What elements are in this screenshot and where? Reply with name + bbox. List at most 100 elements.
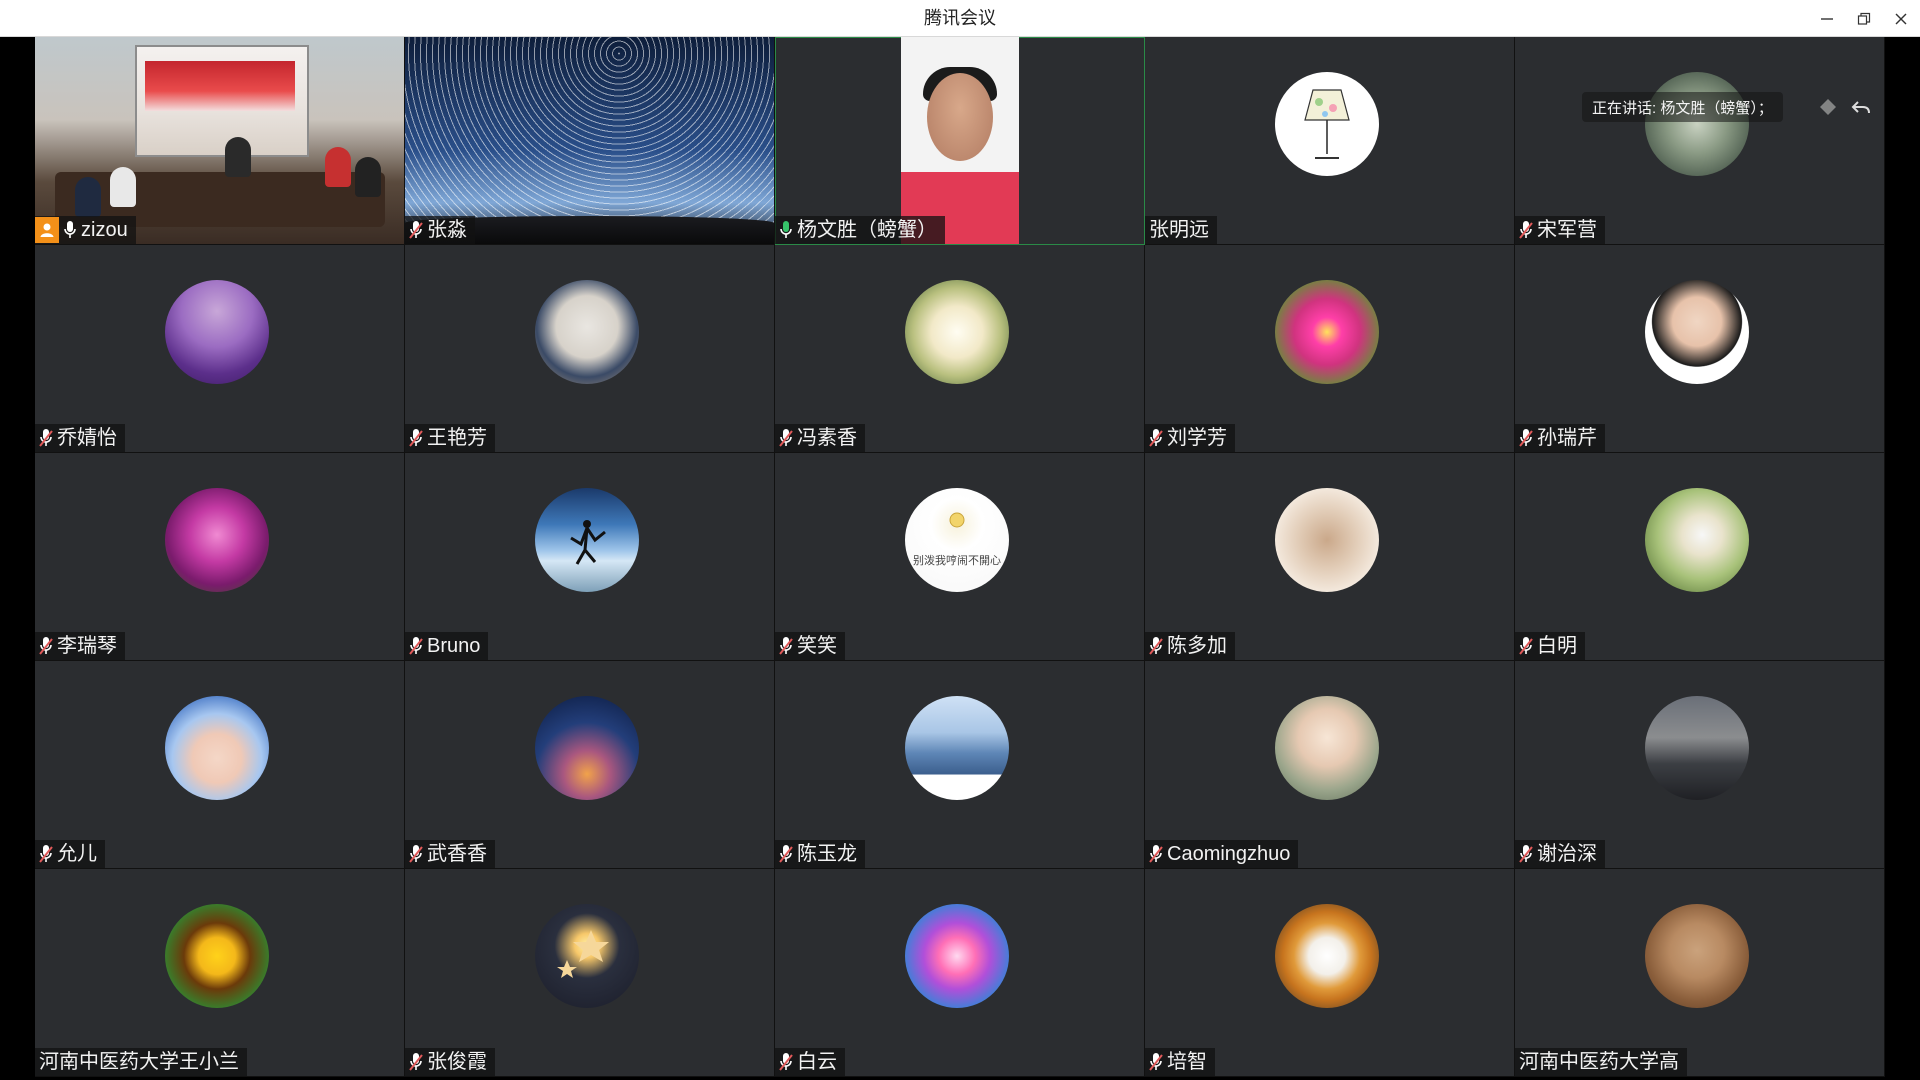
avatar <box>165 280 269 384</box>
mic-muted-icon <box>779 429 793 447</box>
participant-name: 杨文胜（螃蟹） <box>797 219 937 241</box>
participant-tile-bruno[interactable]: Bruno <box>405 453 775 661</box>
participant-tile-zhangmiao[interactable]: 张淼 <box>405 37 775 245</box>
participant-name-tag: 白云 <box>775 1048 845 1076</box>
participant-name: 笑笑 <box>797 635 837 657</box>
participant-tile-wangxiaolan[interactable]: 河南中医药大学王小兰 <box>35 869 405 1077</box>
participant-name: 白明 <box>1537 635 1577 657</box>
avatar <box>1645 72 1749 176</box>
window-titlebar: 腾讯会议 <box>0 0 1920 37</box>
participant-name-tag: 谢治深 <box>1515 840 1605 868</box>
participant-name-tag: 孙瑞芹 <box>1515 424 1605 452</box>
participant-tile-yangwensheng[interactable]: 杨文胜（螃蟹） <box>775 37 1145 245</box>
participant-grid: zizou 张淼 杨文胜（螃蟹） 张明远 宋军营 乔婧怡 王艳芳 冯素香 刘学芳… <box>35 37 1885 1080</box>
participant-tile-songjunying[interactable]: 宋军营 <box>1515 37 1885 245</box>
participant-tile-wuxiangxiang[interactable]: 武香香 <box>405 661 775 869</box>
projection-screen <box>135 45 309 157</box>
participant-tile-qiaojingyi[interactable]: 乔婧怡 <box>35 245 405 453</box>
participant-tile-chenyulong[interactable]: 陈玉龙 <box>775 661 1145 869</box>
participant-name: 白云 <box>797 1051 837 1073</box>
participant-name-tag: 张淼 <box>405 216 475 244</box>
restore-button[interactable] <box>1845 0 1883 37</box>
avatar <box>535 488 639 592</box>
participant-name-tag: 笑笑 <box>775 632 845 660</box>
participant-name-tag: 王艳芳 <box>405 424 495 452</box>
host-icon <box>35 217 59 243</box>
participant-name: 宋军营 <box>1537 219 1597 241</box>
participant-name-tag: 张明远 <box>1145 216 1217 244</box>
participant-name: 武香香 <box>427 843 487 865</box>
toolbar-toggle-button[interactable] <box>1813 92 1843 122</box>
video-feed <box>35 37 404 244</box>
participant-tile-zhangmingyuan[interactable]: 张明远 <box>1145 37 1515 245</box>
participant-name: 乔婧怡 <box>57 427 117 449</box>
avatar <box>905 696 1009 800</box>
avatar <box>1645 280 1749 384</box>
avatar <box>535 904 639 1008</box>
avatar <box>1275 488 1379 592</box>
mic-muted-icon <box>409 637 423 655</box>
mic-muted-icon <box>409 221 423 239</box>
mic-muted-icon <box>409 845 423 863</box>
participant-tile-wangyanfang[interactable]: 王艳芳 <box>405 245 775 453</box>
participant-name-tag: 陈多加 <box>1145 632 1235 660</box>
participant-name-tag: 乔婧怡 <box>35 424 125 452</box>
participant-name: 允儿 <box>57 843 97 865</box>
mic-muted-icon <box>1519 221 1533 239</box>
participant-name: 李瑞琴 <box>57 635 117 657</box>
mic-muted-icon <box>1149 637 1163 655</box>
participant-name: zizou <box>81 219 128 241</box>
participant-name: 孙瑞芹 <box>1537 427 1597 449</box>
participant-name-tag: 宋军营 <box>1515 216 1605 244</box>
participant-name: 陈玉龙 <box>797 843 857 865</box>
person-figure <box>355 157 381 197</box>
participant-tile-yuner[interactable]: 允儿 <box>35 661 405 869</box>
avatar <box>1645 488 1749 592</box>
close-button[interactable] <box>1882 0 1920 37</box>
minimize-icon <box>1821 17 1833 20</box>
participant-tile-zizou[interactable]: zizou <box>35 37 405 245</box>
participant-tile-baiming[interactable]: 白明 <box>1515 453 1885 661</box>
participant-name: 张明远 <box>1149 219 1209 241</box>
participant-name-tag: 河南中医药大学高 <box>1515 1048 1687 1076</box>
participant-tile-gao[interactable]: 河南中医药大学高 <box>1515 869 1885 1077</box>
avatar <box>535 280 639 384</box>
exit-fullscreen-button[interactable] <box>1846 92 1876 122</box>
participant-tile-baiyun[interactable]: 白云 <box>775 869 1145 1077</box>
participant-name: 王艳芳 <box>427 427 487 449</box>
participant-name: 陈多加 <box>1167 635 1227 657</box>
participant-name: 张淼 <box>427 219 467 241</box>
participant-tile-fengsuxiang[interactable]: 冯素香 <box>775 245 1145 453</box>
avatar <box>905 280 1009 384</box>
participant-tile-zhangjunxia[interactable]: 张俊霞 <box>405 869 775 1077</box>
participant-tile-xiaoxiao[interactable]: 别泼我哼闹不開心 笑笑 <box>775 453 1145 661</box>
avatar <box>905 904 1009 1008</box>
minimize-button[interactable] <box>1808 0 1846 37</box>
mic-muted-icon <box>779 1053 793 1071</box>
participant-tile-peizhi[interactable]: 培智 <box>1145 869 1515 1077</box>
avatar <box>1275 72 1379 176</box>
participant-tile-xiezhishen[interactable]: 谢治深 <box>1515 661 1885 869</box>
person-figure <box>325 147 351 187</box>
participant-tile-chenduojia[interactable]: 陈多加 <box>1145 453 1515 661</box>
current-speaker-banner: 正在讲话: 杨文胜（螃蟹）； <box>1582 92 1783 122</box>
mic-muted-icon <box>1519 637 1533 655</box>
participant-name-tag: 河南中医药大学王小兰 <box>35 1048 247 1076</box>
avatar <box>1275 280 1379 384</box>
mic-speaking-icon <box>780 221 792 238</box>
mic-muted-icon <box>779 637 793 655</box>
participant-name-tag: zizou <box>35 216 136 244</box>
participant-tile-caomingzhuo[interactable]: Caomingzhuo <box>1145 661 1515 869</box>
participant-name-tag: 杨文胜（螃蟹） <box>775 216 945 244</box>
avatar <box>1645 904 1749 1008</box>
participant-tile-liruiqin[interactable]: 李瑞琴 <box>35 453 405 661</box>
participant-tile-sunruiqin[interactable]: 孙瑞芹 <box>1515 245 1885 453</box>
participant-name-tag: 冯素香 <box>775 424 865 452</box>
participant-name: 河南中医药大学王小兰 <box>39 1051 239 1073</box>
participant-name-tag: Bruno <box>405 632 489 660</box>
avatar <box>165 904 269 1008</box>
participant-tile-liuxuefang[interactable]: 刘学芳 <box>1145 245 1515 453</box>
mic-muted-icon <box>39 429 53 447</box>
avatar <box>535 696 639 800</box>
avatar <box>1275 904 1379 1008</box>
